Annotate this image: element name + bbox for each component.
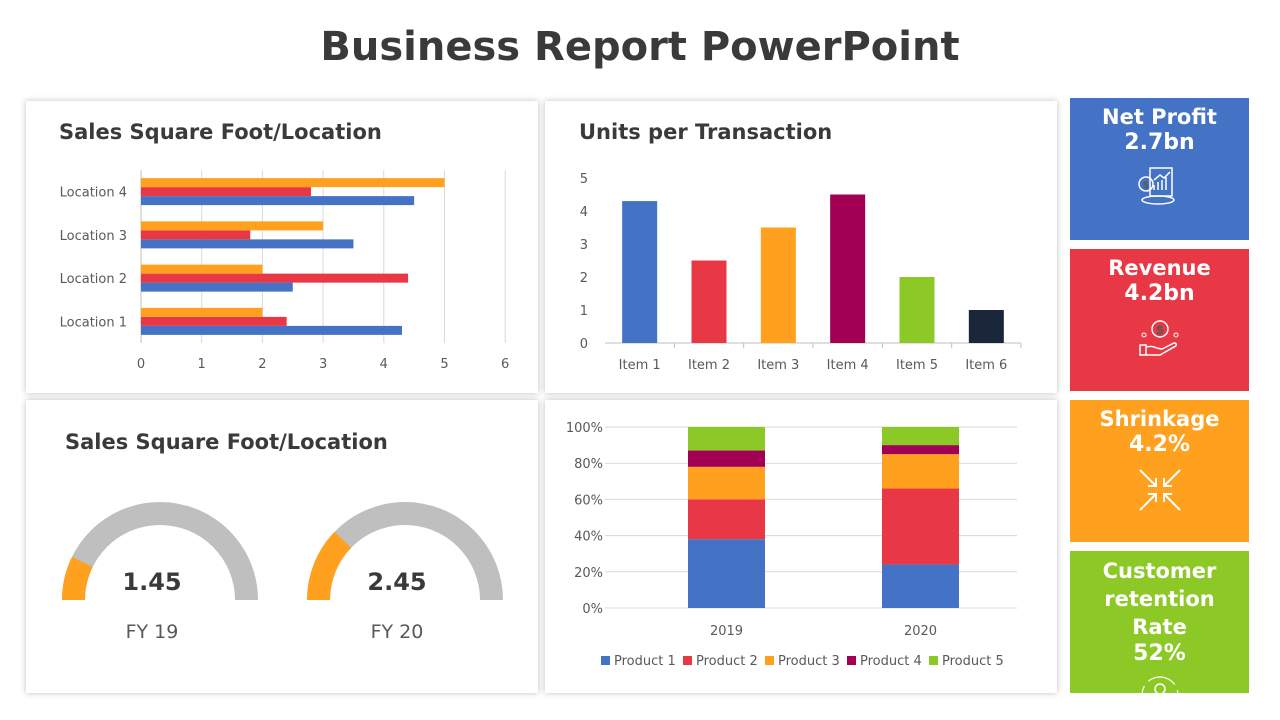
legend-swatch (601, 656, 610, 665)
kpi-label: Revenue (1108, 256, 1211, 280)
kpi-card: Shrinkage 4.2% (1070, 400, 1249, 542)
x-tick-label: 3 (319, 357, 327, 372)
stacked-segment (882, 427, 959, 446)
category-label: Item 6 (965, 358, 1007, 373)
y-tick-label: 40% (574, 530, 603, 545)
category-label: Item 3 (757, 358, 799, 373)
stacked-segment (688, 499, 765, 540)
bar (141, 196, 415, 206)
customer-cycle-icon (1140, 676, 1179, 714)
category-label: 2019 (710, 624, 743, 639)
kpi-card: Revenue 4.2bn $ (1070, 249, 1249, 391)
legend-swatch (683, 656, 692, 665)
stacked-segment (688, 466, 765, 500)
y-tick-label: 0% (582, 602, 603, 617)
category-label: Item 2 (688, 358, 730, 373)
bar (141, 264, 263, 274)
legend-swatch (847, 656, 856, 665)
category-label: Location 2 (60, 272, 127, 287)
stacked-segment (882, 454, 959, 489)
gauge-fill (62, 556, 93, 601)
stacked-segment (882, 445, 959, 455)
financial-report-icon: $ (1137, 167, 1175, 205)
gauge-label: FY 19 (126, 621, 179, 643)
bar (622, 201, 658, 343)
y-tick-label: 5 (580, 172, 588, 187)
bar (691, 260, 727, 343)
category-label: Item 4 (827, 358, 869, 373)
x-tick-label: 2 (258, 357, 266, 372)
bar (141, 239, 354, 249)
bar (141, 187, 311, 197)
y-tick-label: 0 (580, 337, 588, 352)
category-label: Location 4 (60, 186, 127, 201)
bar (141, 316, 287, 326)
y-tick-label: 20% (574, 566, 603, 581)
legend-label: Product 2 (696, 654, 758, 669)
y-tick-label: 1 (580, 304, 588, 319)
y-tick-label: 100% (566, 421, 603, 436)
category-label: 2020 (904, 624, 937, 639)
y-tick-label: 60% (574, 493, 603, 508)
gauge-label: FY 20 (371, 621, 424, 643)
stacked-segment (882, 564, 959, 608)
kpi-card: Customer retention Rate 52% (1070, 551, 1249, 714)
gauge-value: 1.45 (122, 568, 181, 596)
hand-coin-icon: $ (1138, 320, 1178, 356)
svg-text:$: $ (1142, 180, 1149, 191)
gauge-value: 2.45 (367, 568, 426, 596)
x-tick-label: 6 (501, 357, 509, 372)
legend-label: Product 5 (942, 654, 1004, 669)
legend-swatch (929, 656, 938, 665)
category-label: Item 5 (896, 358, 938, 373)
x-tick-label: 1 (198, 357, 206, 372)
bar (830, 194, 866, 343)
category-label: Item 1 (619, 358, 661, 373)
y-tick-label: 80% (574, 457, 603, 472)
category-label: Location 3 (60, 229, 127, 244)
shrink-arrows-icon (1138, 469, 1181, 511)
stacked-segment (882, 488, 959, 565)
gauge-fill (307, 531, 352, 601)
y-tick-label: 4 (580, 205, 588, 220)
legend-swatch (765, 656, 774, 665)
kpi-value: 2.7bn (1124, 130, 1195, 155)
kpi-value: 4.2bn (1124, 281, 1195, 306)
svg-text:$: $ (1155, 323, 1163, 337)
legend-label: Product 4 (860, 654, 922, 669)
bar (141, 307, 263, 317)
bar (141, 282, 293, 292)
y-tick-label: 2 (580, 271, 588, 286)
kpi-label: Net Profit (1102, 105, 1217, 129)
kpi-card: Net Profit 2.7bn $ (1070, 98, 1249, 240)
bar (899, 277, 935, 343)
kpi-value: 52% (1133, 641, 1186, 666)
x-tick-label: 5 (440, 357, 448, 372)
stacked-segment (688, 427, 765, 451)
bar (141, 325, 403, 335)
bar (141, 273, 409, 283)
legend-label: Product 3 (778, 654, 840, 669)
legend-label: Product 1 (614, 654, 676, 669)
y-tick-label: 3 (580, 238, 588, 253)
kpi-value: 4.2% (1128, 432, 1190, 457)
stacked-segment (688, 450, 765, 467)
bar (141, 221, 324, 231)
bar (141, 230, 251, 240)
stacked-segment (688, 539, 765, 608)
kpi-label: Customer retention Rate (1102, 559, 1217, 639)
kpi-label: Shrinkage (1099, 407, 1220, 431)
x-tick-label: 4 (380, 357, 388, 372)
bar (760, 227, 796, 343)
category-label: Location 1 (60, 315, 127, 330)
x-tick-label: 0 (137, 357, 145, 372)
bar (141, 178, 445, 188)
bar (968, 310, 1004, 343)
